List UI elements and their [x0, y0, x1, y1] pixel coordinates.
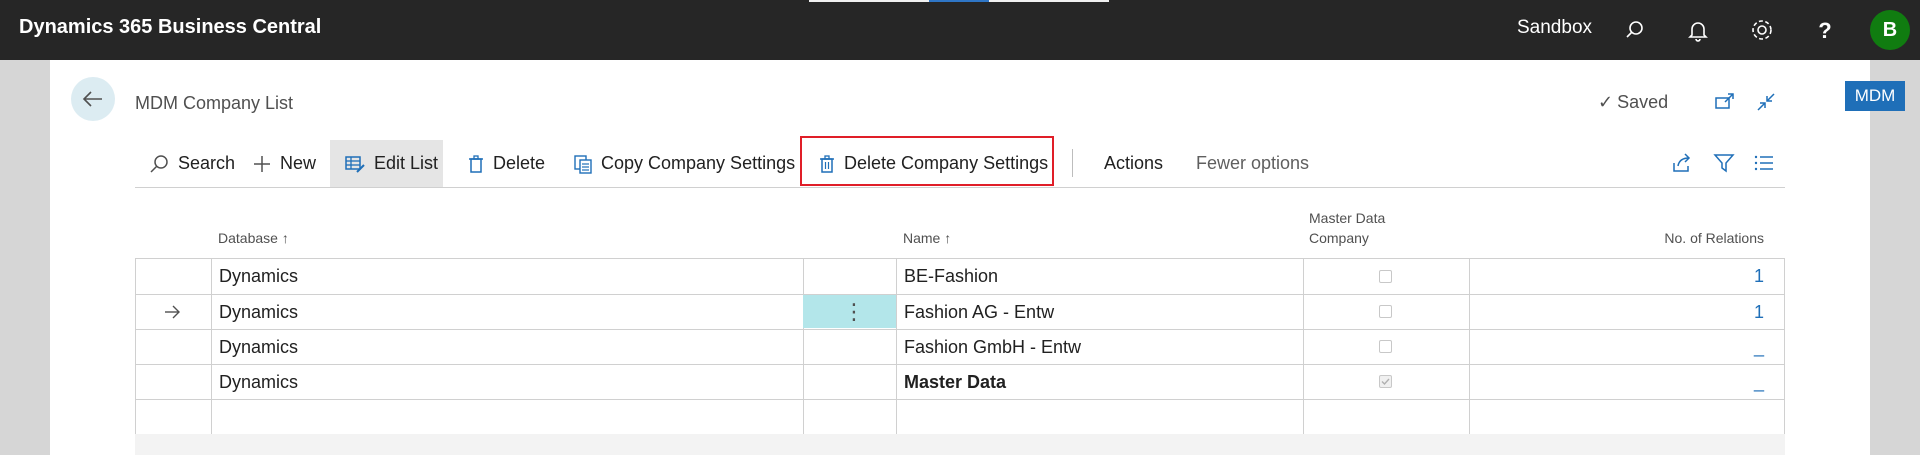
- grid-line: [1784, 258, 1785, 434]
- checkmark-icon: ✓: [1598, 92, 1614, 112]
- loading-bar: [809, 0, 929, 2]
- cell-name[interactable]: Fashion AG - Entw: [904, 295, 1054, 329]
- new-label: New: [280, 153, 317, 173]
- column-header-database[interactable]: Database ↑: [218, 228, 289, 248]
- delete-label: Delete: [493, 153, 546, 173]
- grid-line: [135, 258, 136, 434]
- master-data-company-checkbox[interactable]: [1379, 340, 1392, 353]
- master-data-company-checkbox[interactable]: [1379, 270, 1392, 283]
- filter-icon[interactable]: [1712, 151, 1736, 175]
- grid-line: [1303, 258, 1304, 434]
- open-in-new-window-icon[interactable]: [1713, 90, 1737, 114]
- trash-icon: [469, 154, 483, 173]
- environment-name: Sandbox: [1517, 17, 1593, 38]
- cell-database[interactable]: Dynamics: [219, 295, 298, 329]
- plus-icon: [254, 155, 270, 172]
- copy-icon: [574, 154, 592, 174]
- grid-line: [135, 399, 1785, 400]
- cell-name[interactable]: Master Data: [904, 365, 1006, 399]
- copy-company-settings-button[interactable]: Copy Company Settings: [573, 140, 795, 187]
- column-header-name-label: Name: [903, 230, 941, 246]
- column-header-no-of-relations[interactable]: No. of Relations: [1600, 228, 1764, 248]
- cell-relations[interactable]: 1: [1704, 259, 1764, 293]
- edit-list-button[interactable]: Edit List: [330, 140, 443, 187]
- grid-line: [896, 258, 897, 434]
- checkmark-icon: [1381, 378, 1390, 386]
- top-bar: Dynamics 365 Business Central Sandbox ? …: [0, 0, 1920, 60]
- sort-ascending-icon: ↑: [944, 230, 952, 246]
- edit-list-icon: [345, 155, 365, 173]
- new-button[interactable]: New: [252, 140, 316, 187]
- loading-bar-active: [929, 0, 989, 2]
- svg-text:?: ?: [1818, 18, 1831, 43]
- fewer-options-button[interactable]: Fewer options: [1196, 140, 1309, 187]
- cell-database[interactable]: Dynamics: [219, 365, 298, 399]
- column-header-master-data-company[interactable]: Master Data Company: [1309, 208, 1385, 248]
- highlight-box: [800, 136, 1054, 186]
- saved-status: ✓ Saved: [1598, 92, 1668, 113]
- delete-button[interactable]: Delete: [467, 140, 545, 187]
- cell-name[interactable]: Fashion GmbH - Entw: [904, 330, 1081, 364]
- search-label: Search: [178, 153, 236, 173]
- search-button[interactable]: Search: [148, 140, 235, 187]
- saved-label: Saved: [1617, 92, 1669, 112]
- grid-line: [211, 258, 212, 434]
- settings-gear-icon[interactable]: [1749, 17, 1775, 43]
- cell-name[interactable]: BE-Fashion: [904, 259, 998, 293]
- cell-relations[interactable]: _: [1704, 330, 1764, 364]
- share-icon[interactable]: [1670, 151, 1694, 175]
- actions-label: Actions: [1104, 153, 1164, 173]
- help-icon[interactable]: ?: [1812, 17, 1838, 43]
- cell-relations[interactable]: _: [1704, 365, 1764, 399]
- cell-database[interactable]: Dynamics: [219, 259, 298, 293]
- column-header-name[interactable]: Name ↑: [903, 228, 951, 248]
- grid-line: [1469, 258, 1470, 434]
- column-header-master-data-line1: Master Data: [1309, 210, 1386, 226]
- cell-database[interactable]: Dynamics: [219, 330, 298, 364]
- loading-bar-tail: [989, 0, 1109, 2]
- notification-bell-icon[interactable]: [1685, 17, 1711, 43]
- sort-ascending-icon: ↑: [281, 230, 289, 246]
- copy-company-settings-label: Copy Company Settings: [601, 153, 796, 173]
- edit-list-label: Edit List: [374, 153, 439, 173]
- collapse-icon[interactable]: [1754, 90, 1778, 114]
- list-view-icon[interactable]: [1752, 151, 1776, 175]
- master-data-company-checkbox-checked[interactable]: [1379, 375, 1392, 388]
- grid-line: [803, 258, 804, 434]
- action-divider: [1072, 149, 1073, 177]
- fewer-options-label: Fewer options: [1196, 153, 1310, 173]
- search-icon: [150, 154, 168, 173]
- mdm-badge[interactable]: MDM: [1845, 81, 1905, 111]
- user-avatar[interactable]: B: [1870, 10, 1910, 50]
- current-row-arrow-icon: [165, 305, 180, 319]
- row-actions-ellipsis-icon[interactable]: ⋮: [843, 295, 865, 328]
- column-header-database-label: Database: [218, 230, 278, 246]
- app-title[interactable]: Dynamics 365 Business Central: [19, 16, 321, 39]
- back-button[interactable]: [71, 77, 115, 121]
- search-icon[interactable]: [1622, 17, 1648, 43]
- list-footer: [135, 434, 1785, 455]
- column-header-master-data-line2: Company: [1309, 230, 1369, 246]
- master-data-company-checkbox[interactable]: [1379, 305, 1392, 318]
- page-title: MDM Company List: [135, 93, 294, 113]
- actions-menu-button[interactable]: Actions: [1104, 140, 1163, 187]
- arrow-left-icon: [82, 91, 102, 107]
- cell-relations[interactable]: 1: [1704, 295, 1764, 329]
